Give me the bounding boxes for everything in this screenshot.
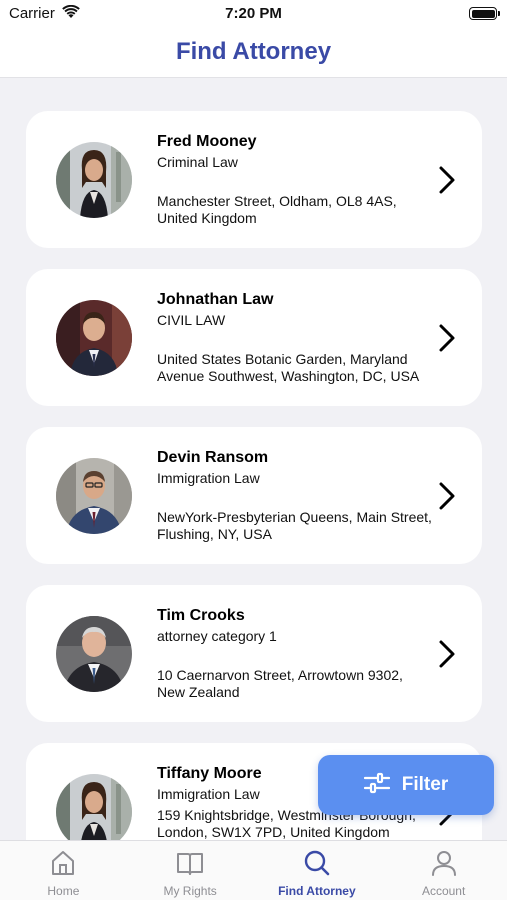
attorney-avatar — [56, 616, 132, 692]
filter-button[interactable]: Filter — [318, 755, 494, 815]
attorney-avatar — [56, 300, 132, 376]
attorney-avatar — [56, 458, 132, 534]
search-icon — [303, 849, 331, 877]
attorney-card[interactable]: Devin Ransom Immigration Law NewYork-Pre… — [26, 427, 482, 564]
clock: 7:20 PM — [225, 5, 282, 22]
tab-bar: Home My Rights Find Attorney Account — [0, 840, 507, 900]
attorney-category: Immigration Law — [157, 470, 260, 486]
attorney-address: 10 Caernarvon Street, Arrowtown 9302, Ne… — [157, 667, 403, 700]
chevron-right-icon[interactable] — [432, 637, 462, 671]
attorney-card[interactable]: Johnathan Law CIVIL LAW United States Bo… — [26, 269, 482, 406]
attorney-name: Tiffany Moore — [157, 765, 262, 782]
status-bar: Carrier 7:20 PM — [0, 0, 507, 28]
attorney-name: Johnathan Law — [157, 291, 274, 308]
attorney-avatar — [56, 142, 132, 218]
attorney-address: NewYork-Presbyterian Queens, Main Street… — [157, 509, 432, 542]
sliders-icon — [363, 772, 390, 799]
tab-label: Account — [421, 884, 466, 898]
navigation-bar: Find Attorney — [0, 28, 507, 78]
book-icon — [176, 849, 204, 877]
attorney-name: Devin Ransom — [157, 449, 269, 466]
tab-my-rights[interactable]: My Rights — [127, 841, 254, 900]
tab-find-attorney[interactable]: Find Attorney — [254, 841, 381, 900]
attorney-avatar — [56, 774, 132, 840]
battery-icon — [469, 7, 500, 20]
attorney-address: Manchester Street, Oldham, OL8 4AS, Unit… — [157, 193, 397, 226]
attorney-address: United States Botanic Garden, Maryland A… — [157, 351, 420, 384]
tab-home[interactable]: Home — [0, 841, 127, 900]
tab-label: Find Attorney — [278, 884, 356, 898]
attorney-category: Criminal Law — [157, 154, 238, 170]
filter-button-label: Filter — [401, 774, 449, 795]
chevron-right-icon[interactable] — [432, 321, 462, 355]
tab-label: My Rights — [163, 884, 217, 898]
attorney-category: attorney category 1 — [157, 628, 277, 644]
attorney-list[interactable]: Fred Mooney Criminal Law Manchester Stre… — [0, 79, 507, 840]
tab-account[interactable]: Account — [380, 841, 507, 900]
attorney-name: Tim Crooks — [157, 607, 245, 624]
attorney-card[interactable]: Fred Mooney Criminal Law Manchester Stre… — [26, 111, 482, 248]
attorney-category: Immigration Law — [157, 786, 260, 802]
chevron-right-icon[interactable] — [432, 479, 462, 513]
tab-label: Home — [47, 884, 80, 898]
page-title: Find Attorney — [175, 38, 332, 65]
home-icon — [49, 849, 77, 877]
attorney-category: CIVIL LAW — [157, 312, 226, 328]
chevron-right-icon[interactable] — [432, 163, 462, 197]
attorney-card[interactable]: Tim Crooks attorney category 1 10 Caerna… — [26, 585, 482, 722]
attorney-name: Fred Mooney — [157, 133, 257, 150]
person-icon — [430, 849, 458, 877]
